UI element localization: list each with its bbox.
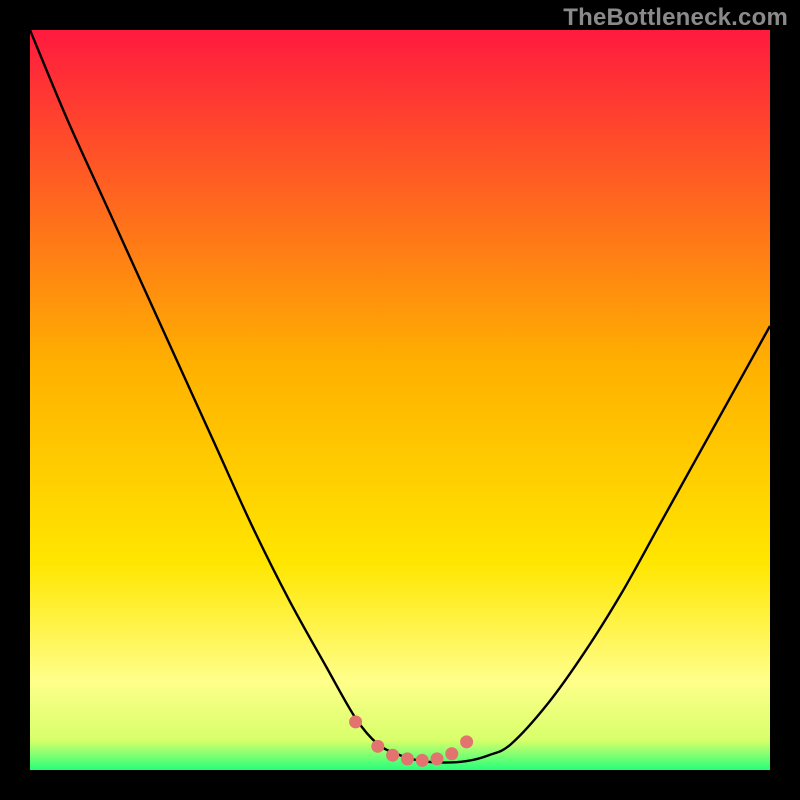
optimal-dot [401,752,414,765]
optimal-dot [349,715,362,728]
gradient-background [30,30,770,770]
plot-area [30,30,770,770]
optimal-dot [460,735,473,748]
optimal-dot [445,747,458,760]
watermark-text: TheBottleneck.com [563,4,788,32]
optimal-dot [431,752,444,765]
optimal-dot [371,740,384,753]
chart-frame: TheBottleneck.com [0,0,800,800]
optimal-dot [386,749,399,762]
chart-svg [30,30,770,770]
optimal-dot [416,754,429,767]
